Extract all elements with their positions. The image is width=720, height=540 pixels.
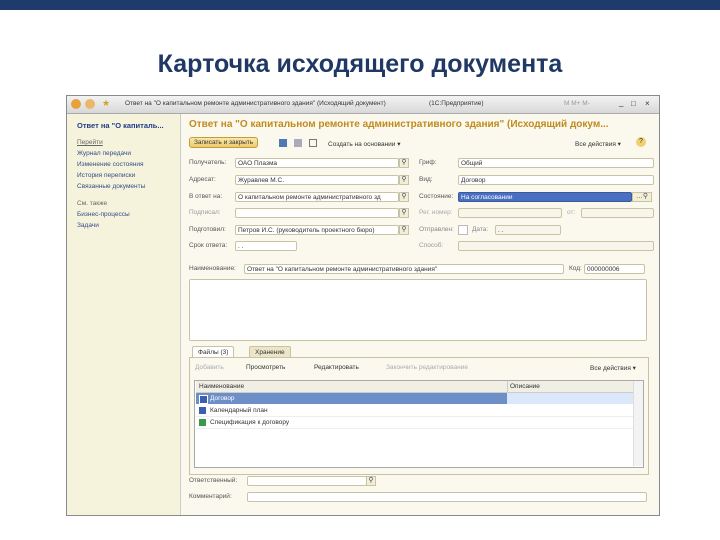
file-name: Спецификация к договору xyxy=(210,419,290,426)
files-table: Наименование Описание Договор Календарны… xyxy=(194,380,644,468)
comment-label: Комментарий: xyxy=(189,493,232,500)
prepared-label: Подготовил: xyxy=(189,226,226,233)
kind-label: Вид: xyxy=(419,176,433,183)
responsible-field[interactable] xyxy=(247,476,367,486)
goto-label: Перейти xyxy=(77,139,103,146)
name-field[interactable]: Ответ на "О капитальном ремонте админист… xyxy=(244,264,564,274)
all-actions-menu[interactable]: Все действия ▾ xyxy=(575,140,621,148)
form-heading: Ответ на "О капитальном ремонте админист… xyxy=(189,119,609,130)
add-file-button[interactable]: Добавить xyxy=(195,364,224,371)
from-label: от: xyxy=(567,209,576,216)
finish-edit-button[interactable]: Закончить редактирование xyxy=(386,364,468,371)
sidebar-item[interactable]: Журнал передачи xyxy=(77,150,131,157)
sidebar-item[interactable]: История переписки xyxy=(77,172,135,179)
word-file-icon xyxy=(199,407,206,414)
kind-field[interactable]: Договор xyxy=(458,175,654,185)
from-date-field[interactable] xyxy=(581,208,654,218)
files-all-actions-menu[interactable]: Все действия ▾ xyxy=(590,364,636,372)
edit-file-button[interactable]: Редактировать xyxy=(314,364,359,371)
close-button[interactable]: × xyxy=(645,99,650,108)
create-based-menu[interactable]: Создать на основании ▾ xyxy=(328,140,401,148)
app-window: ★ Ответ на "О капитальном ремонте админи… xyxy=(66,95,660,516)
slide-title: Карточка исходящего документа xyxy=(157,50,563,78)
file-name: Договор xyxy=(210,395,235,402)
state-field[interactable]: На согласовании xyxy=(458,192,632,202)
favorite-star-icon[interactable]: ★ xyxy=(102,98,110,109)
date-field[interactable]: . . xyxy=(495,225,561,235)
reply-to-label: В ответ на: xyxy=(189,193,223,200)
table-header: Наименование Описание xyxy=(196,381,633,393)
minimize-button[interactable]: _ xyxy=(619,98,623,107)
reg-number-label: Рег. номер: xyxy=(419,209,453,216)
column-description[interactable]: Описание xyxy=(507,381,540,392)
recipient-field[interactable]: ОАО Плазма xyxy=(235,158,399,168)
maximize-button[interactable]: □ xyxy=(631,99,636,108)
title-bar: ★ Ответ на "О капитальном ремонте админи… xyxy=(67,96,659,114)
due-date-field[interactable]: . . xyxy=(235,241,297,251)
sent-checkbox[interactable] xyxy=(458,225,468,235)
prepared-field[interactable]: Петров И.С. (руководитель проектного бюр… xyxy=(235,225,399,235)
reg-number-field[interactable] xyxy=(458,208,562,218)
word-file-icon xyxy=(199,395,208,404)
app-name: (1С:Предприятие) xyxy=(429,100,484,107)
comment-field[interactable] xyxy=(247,492,647,502)
sidebar-item[interactable]: Бизнес-процессы xyxy=(77,211,130,218)
search-icon[interactable]: ⚲ xyxy=(399,192,409,202)
code-field[interactable]: 000000006 xyxy=(584,264,645,274)
reply-to-field[interactable]: О капитальном ремонте административного … xyxy=(235,192,399,202)
table-row[interactable]: Календарный план xyxy=(196,405,633,417)
search-icon[interactable]: ⚲ xyxy=(399,158,409,168)
sidebar-item[interactable]: Задачи xyxy=(77,222,99,229)
column-name[interactable]: Наименование xyxy=(199,381,244,392)
see-also-label: См. также xyxy=(77,200,108,207)
forward-icon[interactable] xyxy=(85,99,95,109)
state-label: Состояние: xyxy=(419,193,454,200)
signed-label: Подписал: xyxy=(189,209,221,216)
method-label: Способ: xyxy=(419,242,444,249)
sent-label: Отправлен: xyxy=(419,226,454,233)
help-icon[interactable]: ? xyxy=(636,137,646,147)
window-title: Ответ на "О капитальном ремонте админист… xyxy=(125,100,386,107)
addressee-field[interactable]: Журавлев М.С. xyxy=(235,175,399,185)
table-row[interactable]: Договор xyxy=(196,393,633,404)
code-label: Код: xyxy=(569,265,582,272)
search-icon[interactable]: ⚲ xyxy=(399,208,409,218)
sidebar-item[interactable]: Связанные документы xyxy=(77,183,145,190)
table-row[interactable]: Спецификация к договору xyxy=(196,417,633,429)
view-file-button[interactable]: Просмотреть xyxy=(246,364,285,371)
excel-file-icon xyxy=(199,419,206,426)
search-icon[interactable]: ⚲ xyxy=(399,175,409,185)
recipient-label: Получатель: xyxy=(189,159,227,166)
due-date-label: Срок ответа: xyxy=(189,242,228,249)
classification-label: Гриф: xyxy=(419,159,437,166)
post-icon[interactable] xyxy=(309,139,317,147)
sidebar-item[interactable]: Изменение состояния xyxy=(77,161,144,168)
sidebar-header: Ответ на "О капиталь... xyxy=(77,121,164,130)
memory-buttons[interactable]: M M+ M- xyxy=(564,100,590,107)
method-field[interactable] xyxy=(458,241,654,251)
date-label: Дата: xyxy=(472,226,489,233)
responsible-label: Ответственный: xyxy=(189,477,238,484)
file-name: Календарный план xyxy=(210,407,268,414)
addressee-label: Адресат: xyxy=(189,176,216,183)
state-select-icon[interactable]: …⚲ xyxy=(632,192,652,202)
search-icon[interactable]: ⚲ xyxy=(399,225,409,235)
sidebar: Ответ на "О капиталь... Перейти Журнал п… xyxy=(67,114,181,515)
table-scrollbar[interactable] xyxy=(633,381,643,466)
back-icon[interactable] xyxy=(71,99,81,109)
save-close-button[interactable]: Записать и закрыть xyxy=(189,137,259,148)
signed-field[interactable] xyxy=(235,208,399,218)
name-label: Наименование: xyxy=(189,265,236,272)
classification-field[interactable]: Общий xyxy=(458,158,654,168)
save-icon[interactable] xyxy=(279,139,287,147)
content-textarea[interactable] xyxy=(189,279,647,341)
slide-top-bar xyxy=(0,0,720,10)
search-icon[interactable]: ⚲ xyxy=(366,476,376,486)
file-description xyxy=(507,393,633,404)
print-icon[interactable] xyxy=(294,139,302,147)
files-panel: Добавить Просмотреть Редактировать Закон… xyxy=(189,357,649,475)
